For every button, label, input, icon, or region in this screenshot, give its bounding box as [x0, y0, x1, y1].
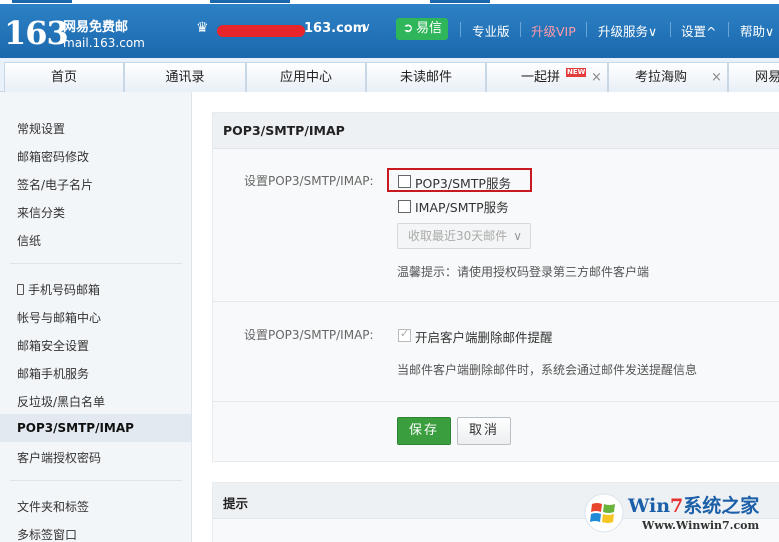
watermark-url: Www.Winwin7.com [642, 519, 760, 532]
tab-home[interactable]: 首页 [4, 62, 124, 92]
upgrade-services-label: 升级服务 [598, 24, 649, 39]
sidebar-divider [10, 480, 182, 481]
sidebar-item-phone-mailbox[interactable]: 手机号码邮箱 [17, 281, 100, 298]
divider [728, 22, 729, 37]
sidebar-item-mobile-service[interactable]: 邮箱手机服务 [17, 365, 89, 382]
sidebar-item-signature[interactable]: 签名/电子名片 [17, 176, 93, 193]
imap-option-label[interactable]: IMAP/SMTP服务 [415, 197, 509, 216]
close-icon[interactable]: × [711, 63, 722, 92]
logo-domain[interactable]: mail.163.com [63, 36, 145, 50]
sidebar-item-password[interactable]: 邮箱密码修改 [17, 148, 89, 165]
tab-unread[interactable]: 未读邮件 [366, 62, 486, 92]
row-divider [213, 401, 779, 402]
close-icon[interactable]: × [591, 63, 602, 92]
chevron-down-icon: ∨ [648, 24, 658, 39]
pop3-settings-card: POP3/SMTP/IMAP 设置POP3/SMTP/IMAP: POP3/SM… [212, 112, 779, 462]
phone-icon [17, 284, 24, 295]
divider [460, 22, 461, 37]
sidebar-item-antispam[interactable]: 反垃圾/黑白名单 [17, 393, 105, 410]
tab-label: 考拉海购 [635, 70, 688, 85]
imap-checkbox[interactable] [398, 200, 411, 213]
pop3-checkbox[interactable] [398, 175, 411, 188]
sidebar-item-general[interactable]: 常规设置 [17, 120, 65, 137]
help-label: 帮助 [740, 24, 766, 39]
fetch-range-select[interactable]: 收取最近30天邮件 ∨ [397, 223, 531, 249]
section-title: POP3/SMTP/IMAP [223, 123, 345, 138]
fetch-range-value: 收取最近30天邮件 [408, 229, 508, 243]
upgrade-services-link[interactable]: 升级服务∨ [598, 21, 657, 40]
sidebar-divider [10, 263, 182, 264]
watermark-brand-a: Win [628, 495, 671, 517]
tab-label: 应用中心 [279, 70, 332, 85]
pro-version-link[interactable]: 专业版 [472, 21, 510, 40]
chevron-down-icon[interactable]: ∨ [362, 20, 371, 34]
tab-label: 未读邮件 [399, 70, 452, 85]
yixin-icon: ➲ [402, 21, 414, 36]
cancel-button[interactable]: 取消 [457, 417, 511, 445]
top-header: 163 网易免费邮 mail.163.com ♛ 163.com ∨ ➲ 易信 专… [0, 0, 779, 58]
sidebar-item-folders[interactable]: 文件夹和标签 [17, 498, 89, 515]
settings-link[interactable]: 设置^ [681, 21, 717, 40]
tab-contacts[interactable]: 通讯录 [124, 62, 246, 92]
delete-alert-label[interactable]: 开启客户端删除邮件提醒 [415, 327, 553, 346]
settings-sidebar: 常规设置 邮箱密码修改 签名/电子名片 来信分类 信纸 手机号码邮箱 帐号与邮箱… [0, 92, 192, 542]
row-divider [213, 301, 779, 302]
sidebar-item-filters[interactable]: 来信分类 [17, 204, 65, 221]
tab-label: 网易 [755, 70, 779, 85]
pop3-option-label[interactable]: POP3/SMTP服务 [415, 173, 511, 192]
delete-alert-description: 当邮件客户端删除邮件时，系统会通过邮件发送提醒信息 [397, 363, 698, 377]
tab-app-center[interactable]: 应用中心 [246, 62, 366, 92]
watermark-brand: Win7系统之家 [628, 491, 759, 518]
chevron-up-icon: ^ [706, 24, 717, 39]
redacted-account-name [217, 25, 305, 37]
chevron-down-icon: ∨ [765, 24, 775, 39]
windows-flag-icon [584, 493, 624, 533]
tab-bar: 首页 通讯录 应用中心 未读邮件 一起拼 NEW × 考拉海购 × 网易 [0, 58, 779, 92]
new-badge: NEW [566, 68, 587, 77]
top-strip [0, 0, 779, 4]
tab-label: 一起拼 [521, 70, 561, 85]
sidebar-item-client-auth[interactable]: 客户端授权密码 [17, 449, 101, 466]
sidebar-item-security[interactable]: 邮箱安全设置 [17, 337, 89, 354]
sidebar-item-pop3[interactable]: POP3/SMTP/IMAP [17, 421, 134, 435]
auth-code-tip: 温馨提示：请使用授权码登录第三方邮件客户端 [397, 265, 650, 279]
yixin-label: 易信 [416, 21, 443, 36]
sidebar-item-account-center[interactable]: 帐号与邮箱中心 [17, 309, 101, 326]
help-link[interactable]: 帮助∨ [740, 21, 774, 40]
row-label: 设置POP3/SMTP/IMAP: [244, 328, 374, 342]
logo-name[interactable]: 网易免费邮 [63, 16, 128, 35]
settings-main: POP3/SMTP/IMAP 设置POP3/SMTP/IMAP: POP3/SM… [193, 92, 779, 542]
upgrade-vip-link[interactable]: 升级VIP [531, 21, 576, 40]
save-button[interactable]: 保存 [397, 417, 451, 445]
tab-kaola[interactable]: 考拉海购 × [608, 62, 728, 92]
win7-watermark: Win7系统之家 Www.Winwin7.com [580, 487, 779, 542]
settings-label: 设置 [681, 24, 707, 39]
yixin-button[interactable]: ➲ 易信 [396, 18, 449, 40]
notice-title: 提示 [223, 496, 249, 511]
watermark-brand-b: 系统之家 [683, 495, 760, 517]
divider [520, 22, 521, 37]
tab-label: 通讯录 [165, 70, 205, 85]
tab-netease[interactable]: 网易 [728, 62, 779, 92]
row-label: 设置POP3/SMTP/IMAP: [244, 174, 374, 188]
sidebar-item-label: 手机号码邮箱 [28, 283, 101, 297]
divider [586, 22, 587, 37]
tab-yiqipin[interactable]: 一起拼 NEW × [486, 62, 608, 92]
chevron-down-icon: ∨ [513, 229, 522, 243]
account-email[interactable]: 163.com [304, 21, 366, 36]
crown-icon: ♛ [196, 20, 209, 36]
card-header: POP3/SMTP/IMAP [213, 113, 779, 149]
sidebar-item-stationery[interactable]: 信纸 [17, 232, 41, 249]
watermark-brand-seven: 7 [670, 495, 684, 517]
divider [670, 22, 671, 37]
sidebar-item-multi-tab[interactable]: 多标签窗口 [17, 526, 77, 542]
logo-number[interactable]: 163 [4, 14, 69, 52]
tab-label: 首页 [50, 70, 77, 85]
delete-alert-checkbox[interactable] [398, 327, 411, 342]
